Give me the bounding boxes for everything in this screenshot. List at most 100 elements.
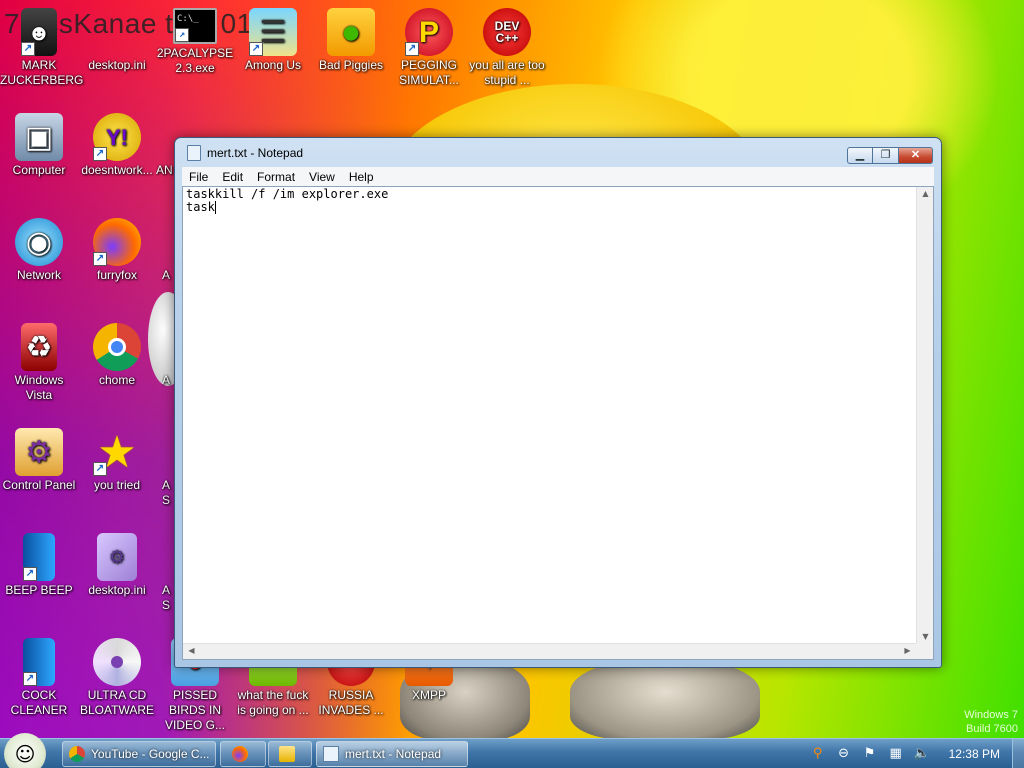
desktop-icon-mark-zuckerberg[interactable]: ☻ ↗ MARK ZUCKERBERG (0, 8, 84, 88)
watermark-line: Build 7600 (966, 723, 1018, 735)
scroll-down-arrow-icon[interactable]: ▼ (917, 632, 934, 641)
desktop-icon-windows-vista[interactable]: ♻ Windows Vista (0, 323, 78, 403)
notepad-icon (323, 746, 339, 762)
text-area[interactable]: taskkill /f /im explorer.exe task (186, 188, 913, 643)
desktop-icon-pegging-simulator[interactable]: P ↗ PEGGING SIMULAT... (390, 8, 468, 88)
desktop-icon-ultra-cd-bloatware[interactable]: ULTRA CD BLOATWARE (78, 638, 156, 718)
text-line: taskkill /f /im explorer.exe (186, 187, 389, 201)
desktop-icon-label: desktop.ini (88, 58, 146, 72)
desktop-icon-label: desktop.ini (88, 583, 146, 597)
taskbar-item-explorer[interactable] (268, 741, 312, 767)
menu-view[interactable]: View (302, 170, 342, 184)
star-icon: ★ ↗ (93, 428, 141, 476)
desktop-icon-desktop-ini-2[interactable]: ⚙ desktop.ini (78, 533, 156, 598)
among-us-icon: ☰ ↗ (249, 8, 297, 56)
control-panel-icon: ⚙ (15, 428, 63, 476)
ini-file-icon: ⚙ (97, 533, 137, 581)
notepad-icon (187, 145, 201, 161)
firefox-icon: ↗ (93, 218, 141, 266)
desktop-icon-label: XMPP (411, 688, 446, 702)
scroll-left-arrow-icon[interactable]: ◀ (183, 646, 200, 655)
scroll-right-arrow-icon[interactable]: ▶ (899, 646, 916, 655)
taskbar-item-firefox[interactable] (220, 741, 266, 767)
text-line: task (186, 200, 215, 214)
desktop-icon-cock-cleaner[interactable]: ↗ COCK CLEANER (0, 638, 78, 718)
windows-build-watermark: Windows 7 Build 7600 (964, 708, 1018, 736)
desktop-icon-among-us[interactable]: ☰ ↗ Among Us (234, 8, 312, 73)
desktop-icon-label: you tried (93, 478, 141, 492)
scroll-up-arrow-icon[interactable]: ▲ (917, 189, 934, 198)
desktop-icon-you-tried[interactable]: ★ ↗ you tried (78, 428, 156, 493)
computer-icon: ▣ (15, 113, 63, 161)
network-icon: ◉ (15, 218, 63, 266)
chrome-icon (93, 323, 141, 371)
volume-icon[interactable]: 🔈 (912, 745, 932, 763)
minimize-button[interactable]: ▁ (847, 147, 873, 164)
desktop-icon-label: BEEP BEEP (5, 583, 73, 597)
watermark-line: Windows 7 (964, 709, 1018, 721)
vertical-scrollbar[interactable]: ▲ ▼ (916, 187, 933, 643)
blue-book-icon: ↗ (23, 638, 55, 686)
ini-file-icon (93, 8, 141, 56)
window-controls: ▁ ❐ ✕ (847, 147, 933, 164)
bad-piggies-icon: ● (327, 8, 375, 56)
menu-format[interactable]: Format (250, 170, 302, 184)
desktop-icon-label: MARK ZUCKERBERG (0, 58, 84, 87)
desktop-icon-label: RUSSIA INVADES ... (318, 688, 384, 717)
start-orb-icon: ☺ (14, 742, 36, 766)
desktop-icon-you-all-are-too-stupid[interactable]: DEV C++ you all are too stupid ... (468, 8, 546, 88)
search-icon[interactable]: ⚲ (808, 745, 828, 763)
network-tray-icon[interactable]: ▦ (886, 745, 906, 763)
desktop-icon-label: chome (98, 373, 136, 387)
desktop-icon-label: ULTRA CD BLOATWARE (79, 688, 154, 717)
desktop-icon-beep-beep[interactable]: ↗ BEEP BEEP (0, 533, 78, 598)
maximize-button[interactable]: ❐ (873, 147, 899, 164)
desktop-icon-network[interactable]: ◉ Network (0, 218, 78, 283)
desktop-icon-label: doesntwork... (81, 163, 153, 177)
desktop-icon-computer[interactable]: ▣ Computer (0, 113, 78, 178)
taskbar-item-youtube[interactable]: YouTube - Google C... (62, 741, 216, 767)
cd-icon (93, 638, 141, 686)
horizontal-scrollbar[interactable]: ◀ ▶ (183, 643, 916, 659)
taskbar-item-label: YouTube - Google C... (91, 747, 210, 761)
show-desktop-button[interactable] (1012, 739, 1024, 768)
action-center-flag-icon[interactable]: ⚑ (860, 745, 880, 763)
start-button[interactable]: ☺ (4, 733, 46, 768)
desktop-icon-doesntwork[interactable]: Y! ↗ doesntwork... (78, 113, 156, 178)
desktop-icon-furryfox[interactable]: ↗ furryfox (78, 218, 156, 283)
firefox-icon (232, 746, 248, 762)
taskbar-item-notepad[interactable]: mert.txt - Notepad (316, 741, 468, 767)
text-line-with-caret: task (186, 201, 913, 214)
window-titlebar[interactable]: mert.txt - Notepad ▁ ❐ ✕ (175, 138, 941, 168)
close-button[interactable]: ✕ (899, 147, 933, 164)
desktop-icon-label: Computer (12, 163, 66, 177)
dev-cpp-icon: DEV C++ (483, 8, 531, 56)
desktop-icon-label: what the fuck is going on ... (237, 688, 309, 717)
menu-file[interactable]: File (182, 170, 215, 184)
window-title: mert.txt - Notepad (207, 146, 304, 160)
taskbar-item-label: mert.txt - Notepad (345, 747, 442, 761)
text-editor[interactable]: taskkill /f /im explorer.exe task ▲ ▼ ◀ ▶ (182, 186, 934, 660)
desktop-icon-2pacalypse[interactable]: C:\_ ↗ 2PACALYPSE 2.3.exe (156, 8, 234, 76)
console-icon: C:\_ ↗ (173, 8, 217, 44)
desktop-icon-desktop-ini[interactable]: desktop.ini (78, 8, 156, 73)
desktop-icon-label: Network (16, 268, 61, 282)
system-tray: ⚲ ⊖ ⚑ ▦ 🔈 12:38 PM (805, 739, 1010, 768)
yahoo-icon: Y! ↗ (93, 113, 141, 161)
person-icon: ☻ ↗ (21, 8, 57, 56)
folder-icon (279, 746, 295, 762)
clock[interactable]: 12:38 PM (949, 747, 1000, 761)
notepad-window[interactable]: mert.txt - Notepad ▁ ❐ ✕ File Edit Forma… (174, 137, 942, 668)
menu-edit[interactable]: Edit (215, 170, 250, 184)
desktop-icon-bad-piggies[interactable]: ● Bad Piggies (312, 8, 390, 73)
chrome-icon (69, 746, 85, 762)
desktop-icon-chome[interactable]: chome (78, 323, 156, 388)
desktop-icon-label: COCK CLEANER (10, 688, 68, 717)
minus-circle-icon[interactable]: ⊖ (834, 745, 854, 763)
menu-help[interactable]: Help (342, 170, 381, 184)
desktop-icon-label: PISSED BIRDS IN VIDEO G... (164, 688, 225, 732)
desktop-icon-control-panel[interactable]: ⚙ Control Panel (0, 428, 78, 493)
desktop-icon-label: Among Us (244, 58, 302, 72)
desktop-icon-label: 2PACALYPSE 2.3.exe (156, 46, 234, 75)
desktop-icon-label: Windows Vista (14, 373, 64, 402)
